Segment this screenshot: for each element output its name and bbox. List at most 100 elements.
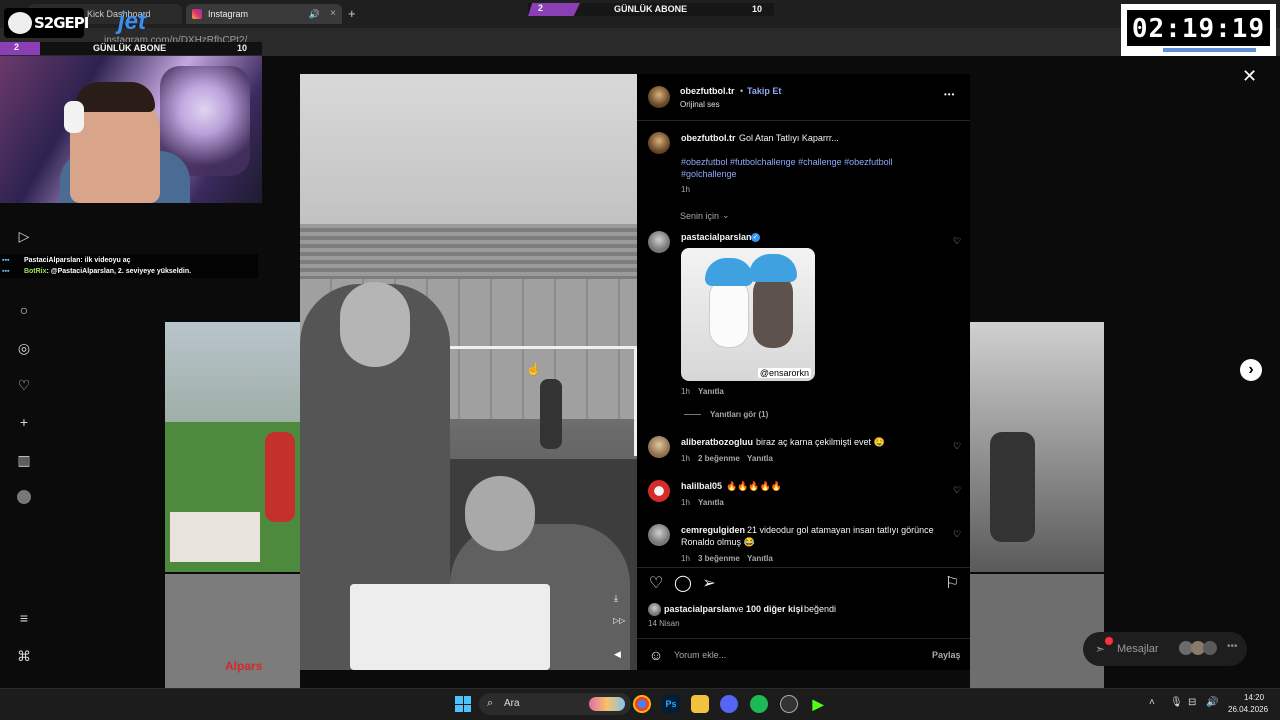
new-tab-button[interactable]: + bbox=[348, 6, 356, 21]
author-username[interactable]: obezfutbol.tr bbox=[680, 86, 735, 96]
menu-icon[interactable]: ≡ bbox=[15, 609, 33, 627]
app-icon[interactable] bbox=[780, 695, 798, 713]
close-tab-icon[interactable]: × bbox=[330, 4, 336, 24]
profile-avatar[interactable] bbox=[17, 490, 31, 504]
reply-button[interactable]: Yanıtla bbox=[698, 498, 724, 507]
view-replies-button[interactable]: Yanıtları gör (1) bbox=[710, 410, 768, 419]
hashtags-line1[interactable]: #obezfutbol #futbolchallenge #challenge … bbox=[681, 157, 893, 167]
comment-likes[interactable]: 2 beğenme bbox=[698, 454, 740, 463]
save-bookmark-icon[interactable]: ⚐ bbox=[943, 575, 961, 593]
search-icon[interactable]: ○ bbox=[15, 301, 33, 319]
like-comment-heart-icon[interactable]: ♡ bbox=[952, 236, 962, 246]
windows-start-icon[interactable] bbox=[455, 696, 471, 712]
verified-badge-icon: ✓ bbox=[751, 233, 760, 242]
tab-label: Instagram bbox=[208, 9, 249, 19]
comment-username[interactable]: cemregulgiden bbox=[681, 525, 745, 535]
close-icon[interactable]: ✕ bbox=[1242, 66, 1257, 87]
comment-time: 1h bbox=[681, 387, 690, 396]
clock-date[interactable]: 26.04.2026 bbox=[1228, 705, 1268, 714]
tab-instagram[interactable]: Instagram 🔊 × bbox=[186, 4, 342, 24]
grid-post[interactable]: Alpars bbox=[165, 574, 300, 688]
reel-video[interactable] bbox=[300, 74, 637, 670]
comment-text: 🔥🔥🔥🔥🔥 bbox=[726, 481, 783, 491]
reply-button[interactable]: Yanıtla bbox=[747, 554, 773, 563]
taskbar-search[interactable]: ⌕ Ara bbox=[479, 693, 631, 715]
kick-app-icon[interactable]: ▶ bbox=[809, 695, 827, 713]
like-comment-heart-icon[interactable]: ♡ bbox=[952, 529, 962, 539]
search-highlight-icon bbox=[589, 697, 625, 711]
chat-overlay: ▪▪▪ PastaciAlparslan: ilk videoyu aç ▪▪▪… bbox=[0, 254, 258, 278]
reply-button[interactable]: Yanıtla bbox=[698, 387, 724, 396]
follow-button[interactable]: Takip Et bbox=[747, 86, 781, 96]
comment-time: 1h bbox=[681, 454, 690, 463]
reels-icon[interactable]: ▷ bbox=[15, 227, 33, 245]
comment-bubble-icon[interactable]: ◯ bbox=[674, 575, 692, 593]
messages-widget[interactable]: ➣ Mesajlar ••• bbox=[1083, 632, 1247, 666]
reply-button[interactable]: Yanıtla bbox=[747, 454, 773, 463]
comment-avatar[interactable] bbox=[648, 436, 670, 458]
volume-icon[interactable]: ◀ bbox=[614, 649, 626, 661]
discord-icon[interactable] bbox=[720, 695, 738, 713]
share-send-icon[interactable]: ➢ bbox=[700, 575, 718, 593]
caption-avatar[interactable] bbox=[648, 132, 670, 154]
avatar bbox=[1203, 641, 1217, 655]
notifications-heart-icon[interactable]: ♡ bbox=[15, 376, 33, 394]
comment-avatar[interactable] bbox=[648, 480, 670, 502]
unread-badge bbox=[1105, 637, 1113, 645]
explore-icon[interactable]: ◎ bbox=[15, 339, 33, 357]
comment-filter[interactable]: Senin için bbox=[680, 211, 719, 221]
like-comment-heart-icon[interactable]: ♡ bbox=[952, 485, 962, 495]
author-avatar[interactable] bbox=[648, 86, 670, 108]
spotify-icon[interactable] bbox=[750, 695, 768, 713]
more-options-icon[interactable]: ••• bbox=[944, 90, 955, 99]
network-icon[interactable]: ⊟ bbox=[1188, 697, 1196, 708]
next-post-button[interactable]: › bbox=[1240, 359, 1262, 381]
photoshop-icon[interactable]: Ps bbox=[662, 695, 680, 713]
comment-input[interactable]: Yorum ekle... bbox=[674, 650, 726, 660]
grid-post[interactable] bbox=[165, 322, 300, 572]
instagram-icon bbox=[192, 9, 202, 19]
sub-goal: 10 bbox=[752, 4, 763, 14]
download-icon[interactable]: ⤓ bbox=[614, 593, 626, 605]
create-plus-icon[interactable]: + bbox=[15, 413, 33, 431]
comment-username[interactable]: halilbal05 bbox=[681, 481, 722, 491]
caption-username[interactable]: obezfutbol.tr bbox=[681, 133, 736, 143]
file-explorer-icon[interactable] bbox=[691, 695, 709, 713]
emoji-icon[interactable]: ☺ bbox=[647, 646, 665, 664]
comment-avatar[interactable] bbox=[648, 524, 670, 546]
sponsor-logo: jet bbox=[118, 8, 147, 35]
volume-tray-icon[interactable]: 🔊 bbox=[1206, 697, 1218, 708]
chevron-down-icon[interactable]: ⌄ bbox=[722, 210, 730, 221]
hashtags-line2[interactable]: #golchallenge bbox=[681, 169, 737, 179]
speed-icon[interactable]: ▷▷ bbox=[613, 616, 627, 628]
timer-value: 02:19:19 bbox=[1127, 10, 1270, 46]
microphone-icon[interactable]: 🎙 bbox=[1170, 697, 1183, 708]
comment-likes[interactable]: 3 beğenme bbox=[698, 554, 740, 563]
like-heart-icon[interactable]: ♡ bbox=[647, 575, 665, 593]
comment-avatar[interactable] bbox=[648, 231, 670, 253]
comment-username[interactable]: pastacialparslan bbox=[681, 232, 752, 242]
sub-count: 2 bbox=[0, 42, 40, 55]
comment-username[interactable]: aliberatbozogluu bbox=[681, 437, 753, 447]
grid-post[interactable] bbox=[970, 322, 1104, 572]
like-comment-heart-icon[interactable]: ♡ bbox=[952, 441, 962, 451]
liked-by-user[interactable]: pastacialparslan bbox=[664, 604, 735, 614]
speaker-icon[interactable]: 🔊 bbox=[309, 4, 320, 24]
comment-time: 1h bbox=[681, 554, 690, 563]
audio-label[interactable]: Orijinal ses bbox=[680, 100, 720, 109]
liked-by-others[interactable]: 100 diğer kişi bbox=[746, 604, 803, 614]
webcam-feed bbox=[0, 56, 262, 203]
dashboard-icon[interactable]: ▥ bbox=[15, 451, 33, 469]
comment-gif[interactable]: @ensarorkn bbox=[681, 248, 815, 381]
clock-time[interactable]: 14:20 bbox=[1244, 693, 1264, 702]
replies-line bbox=[684, 414, 701, 415]
post-date: 14 Nisan bbox=[648, 619, 680, 628]
tray-chevron-icon[interactable]: ˄ bbox=[1149, 697, 1155, 708]
sub-label: GÜNLÜK ABONE bbox=[614, 4, 688, 14]
share-comment-button[interactable]: Paylaş bbox=[932, 650, 961, 660]
liker-avatar bbox=[648, 603, 661, 616]
grid-post[interactable] bbox=[970, 574, 1104, 688]
more-dots-icon: ••• bbox=[1227, 641, 1238, 652]
chrome-icon[interactable] bbox=[633, 695, 651, 713]
threads-icon[interactable]: ⌘ bbox=[15, 647, 33, 665]
